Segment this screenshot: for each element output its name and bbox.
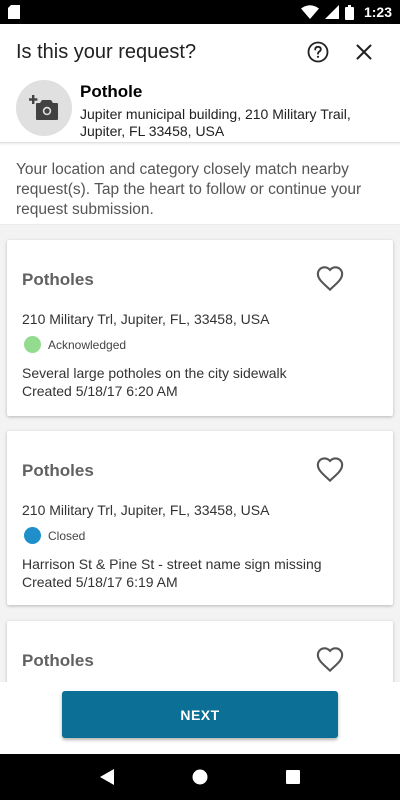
card-title: Potholes xyxy=(22,461,94,480)
follow-heart-icon[interactable] xyxy=(315,455,345,485)
status-label: Acknowledged xyxy=(48,337,127,352)
home-button[interactable] xyxy=(185,762,215,792)
card-address: 210 Military Trl, Jupiter, FL, 33458, US… xyxy=(22,502,270,518)
app-header: Is this your request? xyxy=(0,24,400,80)
status-label: Closed xyxy=(48,528,86,543)
home-circle-icon xyxy=(192,769,208,785)
nearby-requests-list[interactable]: Potholes 210 Military Trl, Jupiter, FL, … xyxy=(0,224,400,682)
request-card[interactable]: Potholes 210 Military Trl, Jupiter, FL, … xyxy=(7,240,393,416)
intro-text: Your location and category closely match… xyxy=(16,161,362,218)
card-description: Harrison St & Pine St - street name sign… xyxy=(22,556,322,572)
recents-square-icon xyxy=(286,770,301,784)
help-button[interactable] xyxy=(298,32,338,72)
page-title: Is this your request? xyxy=(16,40,197,63)
recents-button[interactable] xyxy=(278,762,308,792)
request-card[interactable]: Potholes xyxy=(7,621,393,682)
card-title: Potholes xyxy=(22,651,94,670)
wifi-icon xyxy=(300,5,319,19)
status-time: 1:23 xyxy=(363,4,392,20)
cellular-signal-icon xyxy=(324,5,339,19)
follow-heart-icon[interactable] xyxy=(315,645,345,675)
status-badge: Acknowledged xyxy=(24,336,126,353)
status-dot xyxy=(24,336,41,353)
card-created-date: Created 5/18/17 6:20 AM xyxy=(22,383,178,399)
status-bar: 1:23 xyxy=(0,0,400,24)
section-divider xyxy=(0,142,400,146)
request-address: Jupiter municipal building, 210 Military… xyxy=(80,106,351,139)
sd-card-icon xyxy=(8,5,20,19)
card-address: 210 Military Trl, Jupiter, FL, 33458, US… xyxy=(22,311,270,327)
card-created-date: Created 5/18/17 6:19 AM xyxy=(22,574,178,590)
back-triangle-icon xyxy=(99,769,114,785)
footer: NEXT xyxy=(0,682,400,754)
back-button[interactable] xyxy=(92,762,122,792)
add-photo-button[interactable] xyxy=(16,80,72,136)
help-circle-icon xyxy=(307,41,329,63)
status-badge: Closed xyxy=(24,527,85,544)
close-icon xyxy=(356,44,372,60)
navigation-bar xyxy=(0,754,400,800)
card-title: Potholes xyxy=(22,270,94,289)
follow-heart-icon[interactable] xyxy=(315,264,345,294)
card-description: Several large potholes on the city sidew… xyxy=(22,365,287,381)
request-category: Pothole xyxy=(80,82,143,101)
request-summary: Pothole Jupiter municipal building, 210 … xyxy=(0,80,400,142)
close-button[interactable] xyxy=(344,32,384,72)
request-card[interactable]: Potholes 210 Military Trl, Jupiter, FL, … xyxy=(7,431,393,605)
next-button[interactable]: NEXT xyxy=(62,691,338,738)
add-photo-icon xyxy=(29,95,58,120)
status-dot xyxy=(24,527,41,544)
battery-icon xyxy=(344,4,354,20)
